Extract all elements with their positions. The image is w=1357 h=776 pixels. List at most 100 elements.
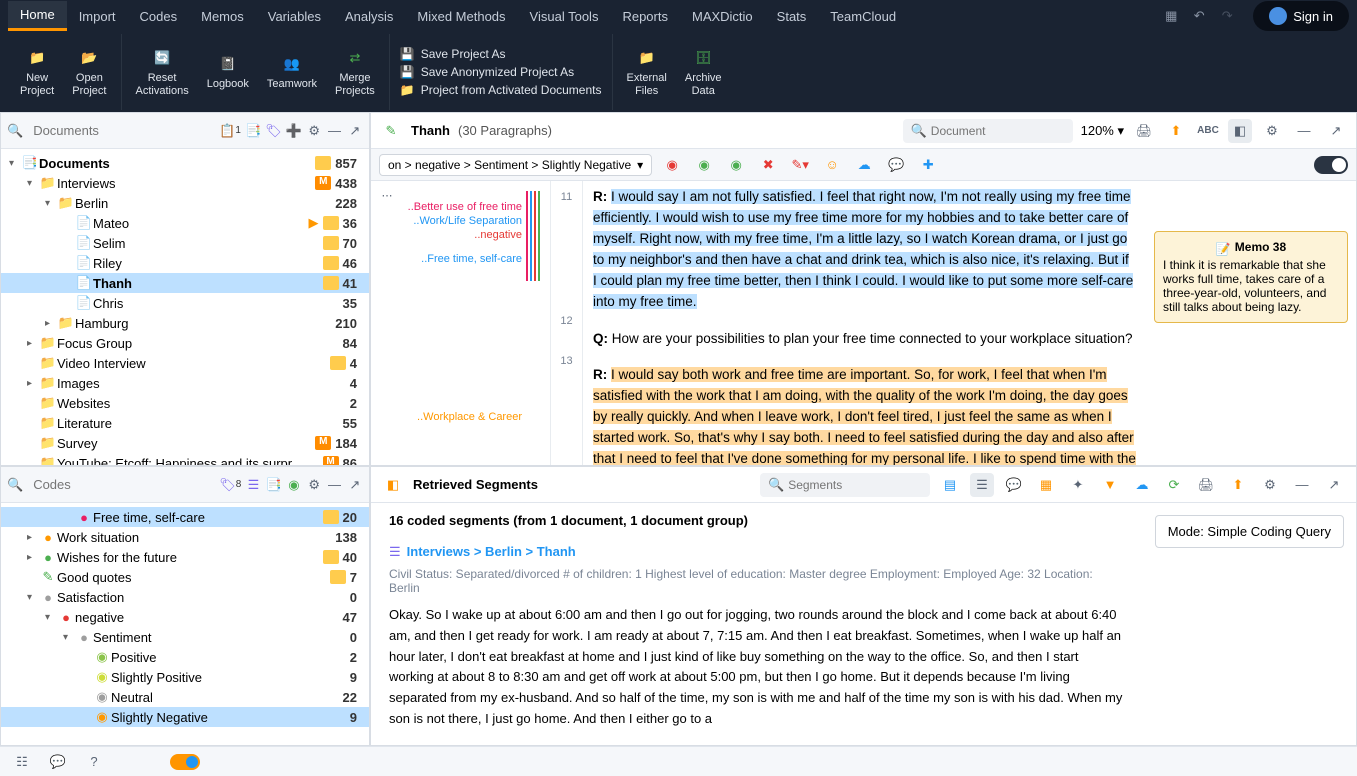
view3-icon[interactable]: 💬 (1002, 473, 1026, 497)
cloud2-icon[interactable]: ☁ (1130, 473, 1154, 497)
refresh-icon[interactable]: ⟳ (1162, 473, 1186, 497)
project-from-activated-button[interactable]: 📁Project from Activated Documents (400, 83, 602, 97)
zoom-select[interactable]: 120% ▾ (1081, 123, 1124, 139)
tree-row[interactable]: ●Free time, self-care20 (1, 507, 369, 527)
pen-icon[interactable]: ✎▾ (788, 153, 812, 177)
documents-tree[interactable]: ▾📑Documents857▾📁InterviewsM438▾📁Berlin22… (1, 149, 369, 465)
tree-row[interactable]: ▾●negative47 (1, 607, 369, 627)
smile-icon[interactable]: ☺ (820, 153, 844, 177)
view2-icon[interactable]: ☰ (970, 473, 994, 497)
edit-mode-toggle[interactable] (1314, 156, 1348, 174)
reset-activations-button[interactable]: 🔄ResetActivations (130, 44, 195, 100)
document-search[interactable]: 🔍 (903, 119, 1073, 143)
grid-icon[interactable]: ▦ (1157, 2, 1185, 30)
tree-row[interactable]: 📁Websites2 (1, 393, 369, 413)
code-remove-icon[interactable]: ✖ (756, 153, 780, 177)
redo-icon[interactable]: ↷ (1213, 2, 1241, 30)
tree-row[interactable]: 📁YouTube: Etcoff: Happiness and its surp… (1, 453, 369, 465)
tree-row[interactable]: 📄Riley46 (1, 253, 369, 273)
tree-row[interactable]: ◉Slightly Negative9 (1, 707, 369, 727)
menu-analysis[interactable]: Analysis (333, 3, 405, 30)
minimize-icon[interactable]: — (326, 119, 342, 143)
document-text[interactable]: R: I would say I am not fully satisfied.… (583, 181, 1146, 465)
edit-icon[interactable]: ✎ (379, 119, 403, 143)
minimize-icon[interactable]: — (1292, 119, 1316, 143)
new-project-button[interactable]: 📁NewProject (14, 44, 60, 100)
status-toggle[interactable] (170, 754, 200, 770)
tree-row[interactable]: ▾📁Berlin228 (1, 193, 369, 213)
menu-variables[interactable]: Variables (256, 3, 333, 30)
codes-tree[interactable]: ●Free time, self-care20▸●Work situation1… (1, 503, 369, 745)
menu-codes[interactable]: Codes (128, 3, 190, 30)
save-project-as-button[interactable]: 💾Save Project As (400, 47, 602, 61)
external-files-button[interactable]: 📁ExternalFiles (621, 44, 673, 100)
logbook-button[interactable]: 📓Logbook (201, 50, 255, 93)
memo-box[interactable]: 📝Memo 38 I think it is remarkable that s… (1154, 231, 1348, 323)
tree-row[interactable]: ▸📁Focus Group84 (1, 333, 369, 353)
codes-search-input[interactable] (27, 473, 215, 496)
highlight-red-icon[interactable]: ◉ (660, 153, 684, 177)
tree-row[interactable]: ▾📑Documents857 (1, 153, 369, 173)
tree-row[interactable]: 📄Mateo▶36 (1, 213, 369, 233)
signin-button[interactable]: Sign in (1253, 1, 1349, 31)
settings-icon[interactable]: ⚙ (1260, 119, 1284, 143)
codes-list-icon[interactable]: ☰ (245, 473, 261, 497)
tree-row[interactable]: ▸●Work situation138 (1, 527, 369, 547)
menu-teamcloud[interactable]: TeamCloud (818, 3, 908, 30)
code-select-dropdown[interactable]: on > negative > Sentiment > Slightly Neg… (379, 154, 652, 176)
more-icon[interactable]: ⋯ (375, 183, 399, 207)
tree-row[interactable]: 📁Video Interview4 (1, 353, 369, 373)
gear-icon[interactable]: ⚙ (306, 473, 322, 497)
menu-reports[interactable]: Reports (610, 3, 680, 30)
tree-row[interactable]: 📁SurveyM184 (1, 433, 369, 453)
documents-search-input[interactable] (27, 119, 215, 142)
save-anonymized-button[interactable]: 💾Save Anonymized Project As (400, 65, 602, 79)
plus-code-icon[interactable]: ✚ (916, 153, 940, 177)
tree-row[interactable]: ▾📁InterviewsM438 (1, 173, 369, 193)
filter-icon[interactable]: ▼ (1098, 473, 1122, 497)
export2-icon[interactable]: ⬆ (1226, 473, 1250, 497)
segments-search[interactable]: 🔍 (760, 473, 930, 497)
sidebar-toggle-icon[interactable]: ◧ (1228, 119, 1252, 143)
tree-row[interactable]: 📄Thanh41 (1, 273, 369, 293)
tree-row[interactable]: ▸●Wishes for the future40 (1, 547, 369, 567)
tree-row[interactable]: 📁Literature55 (1, 413, 369, 433)
chat-icon[interactable]: 💬 (46, 750, 70, 774)
add-icon[interactable]: ➕ (286, 119, 302, 143)
teamwork-button[interactable]: 👥Teamwork (261, 50, 323, 93)
print2-icon[interactable]: 🖨 (1194, 473, 1218, 497)
clipboard-icon[interactable]: 📋1 (219, 119, 241, 143)
minimize-icon[interactable]: — (326, 473, 342, 497)
tree-row[interactable]: ▾●Sentiment0 (1, 627, 369, 647)
tree-row[interactable]: ◉Slightly Positive9 (1, 667, 369, 687)
comment-icon[interactable]: 💬 (884, 153, 908, 177)
popout-icon[interactable]: ↗ (347, 473, 363, 497)
cloud-icon[interactable]: ☁ (852, 153, 876, 177)
tree-row[interactable]: 📄Selim70 (1, 233, 369, 253)
open-project-button[interactable]: 📂OpenProject (66, 44, 112, 100)
codes-tab-icon[interactable]: 🏷8 (219, 473, 241, 497)
menu-home[interactable]: Home (8, 1, 67, 31)
view1-icon[interactable]: ▤ (938, 473, 962, 497)
menu-memos[interactable]: Memos (189, 3, 256, 30)
merge-projects-button[interactable]: ⇄MergeProjects (329, 44, 381, 100)
tree-row[interactable]: ▸📁Hamburg210 (1, 313, 369, 333)
ai-icon[interactable]: ✦ (1066, 473, 1090, 497)
print-icon[interactable]: 🖨 (1132, 119, 1156, 143)
menu-stats[interactable]: Stats (765, 3, 819, 30)
tree-row[interactable]: 📄Chris35 (1, 293, 369, 313)
spellcheck-icon[interactable]: ABC (1196, 119, 1220, 143)
gear-icon[interactable]: ⚙ (306, 119, 322, 143)
docs-icon[interactable]: 📑 (245, 119, 261, 143)
popout-icon[interactable]: ↗ (347, 119, 363, 143)
tree-row[interactable]: ◉Positive2 (1, 647, 369, 667)
tag-icon[interactable]: 🏷 (265, 119, 282, 143)
undo-icon[interactable]: ↶ (1185, 2, 1213, 30)
tree-row[interactable]: ◉Neutral22 (1, 687, 369, 707)
popout2-icon[interactable]: ↗ (1322, 473, 1346, 497)
code-green-icon[interactable]: ◉ (692, 153, 716, 177)
codes-add-icon[interactable]: ◉ (286, 473, 302, 497)
sliders-icon[interactable]: ☷ (10, 750, 34, 774)
menu-mixed-methods[interactable]: Mixed Methods (405, 3, 517, 30)
menu-visual-tools[interactable]: Visual Tools (518, 3, 611, 30)
